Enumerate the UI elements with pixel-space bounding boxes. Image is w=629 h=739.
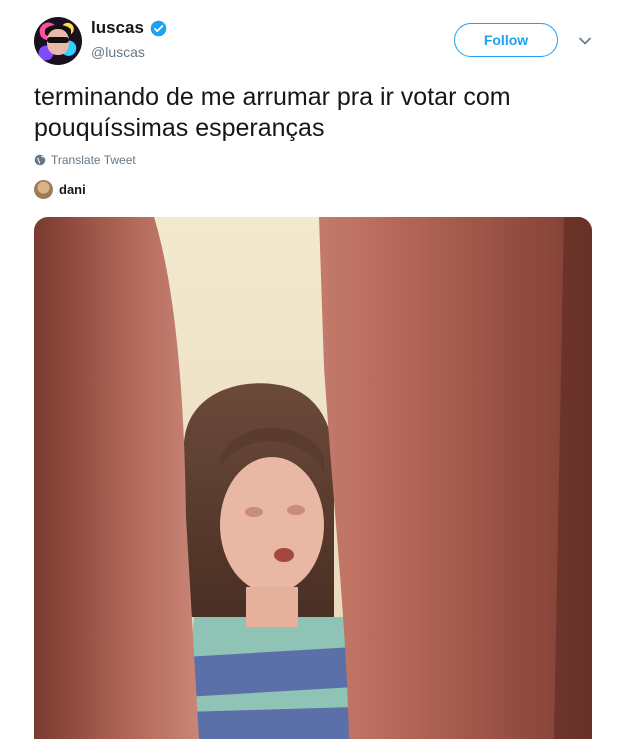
right-door xyxy=(319,217,592,739)
translate-tweet-link[interactable]: Translate Tweet xyxy=(34,153,136,167)
avatar-glasses xyxy=(47,37,69,43)
author-name[interactable]: luscas xyxy=(91,18,144,38)
verified-badge-icon xyxy=(150,20,167,36)
author-handle[interactable]: @luscas xyxy=(91,44,145,60)
author-avatar[interactable] xyxy=(34,17,82,65)
tweet-text: terminando de me arrumar pra ir votar co… xyxy=(34,83,511,142)
tagged-user-avatar xyxy=(34,180,53,199)
tagged-user[interactable]: dani xyxy=(34,180,86,199)
tagged-user-name: dani xyxy=(59,182,86,197)
author-name-row[interactable]: luscas xyxy=(91,18,167,38)
translate-label: Translate Tweet xyxy=(51,153,136,167)
tweet-media-video[interactable] xyxy=(34,217,592,739)
follow-button[interactable]: Follow xyxy=(454,23,558,57)
video-frame xyxy=(34,217,592,739)
video-subject xyxy=(184,383,354,739)
globe-icon xyxy=(34,154,46,166)
chevron-down-icon[interactable] xyxy=(578,36,592,46)
